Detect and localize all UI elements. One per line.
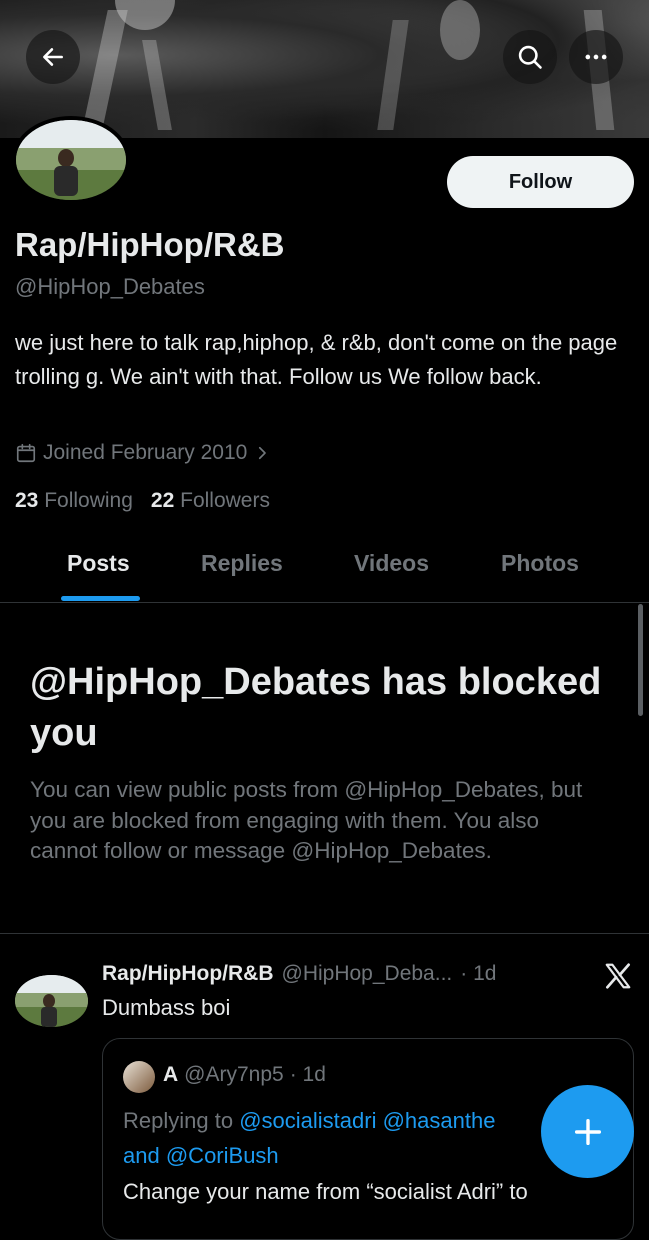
tab-replies[interactable]: Replies [201, 550, 283, 577]
profile-avatar[interactable] [12, 116, 130, 204]
blocked-message: You can view public posts from @HipHop_D… [30, 777, 583, 863]
followers-label: Followers [180, 489, 270, 512]
chevron-right-icon [259, 446, 267, 460]
followers-count: 22 [150, 489, 175, 512]
joined-label: Joined February 2010 [43, 441, 248, 464]
followers-link[interactable]: 22 Followers [151, 489, 270, 513]
mention-link[interactable]: @socialistadri [239, 1108, 376, 1133]
divider [0, 933, 649, 934]
following-link[interactable]: 23 Following [15, 489, 133, 513]
back-button[interactable] [26, 30, 80, 84]
follow-stats: 23 Following 22 Followers [15, 489, 270, 513]
post-author-name[interactable]: Rap/HipHop/R&B [102, 962, 274, 986]
joined-date[interactable]: Joined February 2010 [15, 441, 271, 465]
post-avatar[interactable] [15, 975, 88, 1027]
profile-name: Rap/HipHop/R&B [15, 226, 285, 263]
tab-videos[interactable]: Videos [354, 550, 429, 577]
search-icon [518, 45, 542, 69]
scrollbar[interactable] [638, 604, 643, 716]
back-arrow-icon [43, 48, 63, 66]
post-author-handle[interactable]: @HipHop_Deba... [282, 962, 453, 986]
profile-tabs: Posts Replies Videos Photos [0, 540, 649, 603]
quote-text: Change your name from “socialist Adri” t… [123, 1179, 528, 1204]
profile-bio: we just here to talk rap,hiphop, & r&b, … [15, 330, 618, 389]
tab-posts[interactable]: Posts [67, 550, 130, 577]
more-button[interactable] [569, 30, 623, 84]
mention-link[interactable]: @CoriBush [166, 1143, 279, 1168]
follow-button[interactable]: Follow [447, 156, 634, 208]
and-label: and [123, 1143, 160, 1168]
more-icon [585, 54, 607, 60]
post-time[interactable]: · 1d [460, 962, 496, 986]
quote-author-handle: @Ary7np5 [184, 1063, 284, 1086]
quote-header: A @Ary7np5 · 1d [163, 1063, 326, 1087]
following-count: 23 [15, 489, 39, 512]
active-tab-indicator [61, 596, 140, 601]
x-logo-icon [605, 963, 631, 989]
quote-author-name: A [163, 1063, 179, 1086]
search-button[interactable] [503, 30, 557, 84]
calendar-icon [16, 443, 36, 463]
profile-handle: @HipHop_Debates [15, 274, 205, 299]
replying-to-label: Replying to [123, 1108, 234, 1133]
compose-plus-icon [574, 1118, 601, 1145]
blocked-title: @HipHop_Debates has blocked you [30, 661, 602, 754]
avatar-photo [15, 975, 88, 1027]
post-text: Dumbass boi [102, 995, 231, 1020]
tab-photos[interactable]: Photos [501, 550, 579, 577]
compose-button[interactable] [541, 1085, 634, 1178]
mention-link[interactable]: @hasanthe [383, 1108, 496, 1133]
quote-time: · 1d [289, 1063, 326, 1086]
quote-avatar[interactable] [123, 1061, 155, 1093]
avatar-photo [16, 120, 126, 200]
following-label: Following [44, 489, 133, 512]
post-header: Rap/HipHop/R&B @HipHop_Deba... · 1d [102, 962, 496, 986]
